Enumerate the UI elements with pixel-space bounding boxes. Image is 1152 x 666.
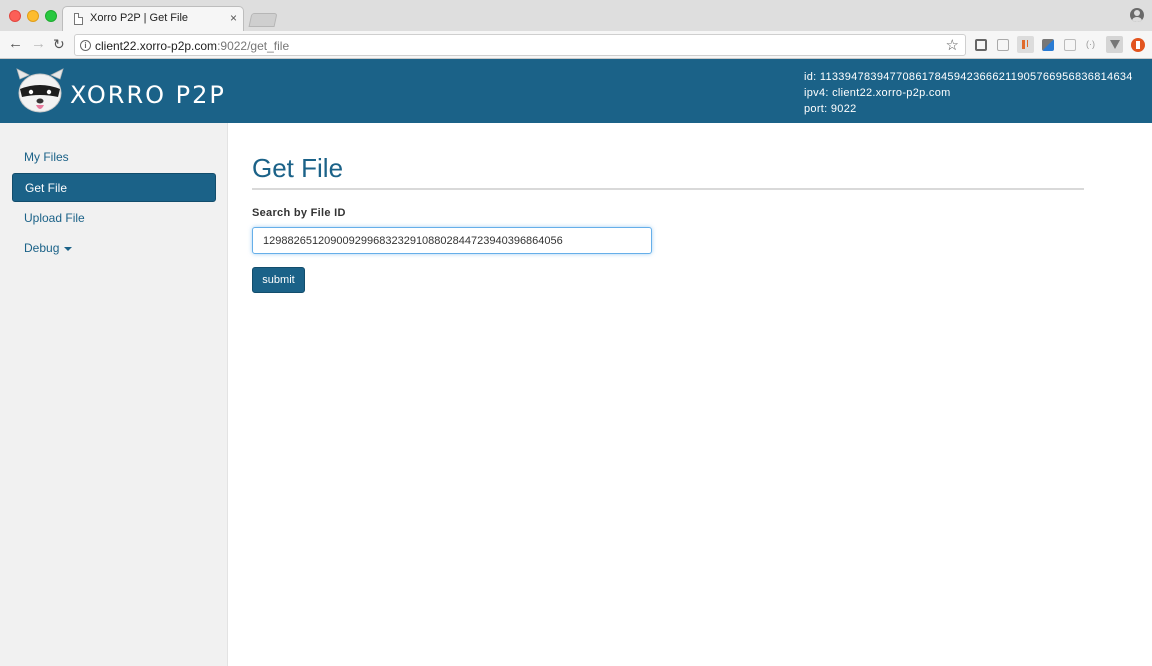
sidebar-item-upload-file[interactable]: Upload File [12,204,216,233]
sidebar-item-label: Upload File [24,211,85,225]
minimize-window-button[interactable] [27,10,39,22]
browser-tab-active[interactable]: Xorro P2P | Get File × [62,6,244,31]
page-title: Get File [252,153,344,183]
extension-icon[interactable] [1131,38,1145,52]
browser-titlebar: Xorro P2P | Get File × [0,0,1152,31]
sidebar-item-get-file[interactable]: Get File [12,173,216,202]
profile-icon[interactable] [1130,8,1144,22]
page-icon [74,13,83,25]
tab-title: Xorro P2P | Get File [90,12,189,24]
extension-icon[interactable] [1064,39,1076,51]
extension-icon[interactable] [1106,36,1123,53]
address-bar[interactable]: i client22.xorro-p2p.com:9022/get_file ☆ [74,34,966,56]
sidebar-item-my-files[interactable]: My Files [12,143,216,172]
main-content: Get File Search by File ID submit [228,123,1152,666]
back-icon[interactable]: ← [8,36,23,52]
file-id-input[interactable] [252,227,652,254]
caret-down-icon [64,246,73,251]
node-info: id: 113394783947708617845942366621190576… [804,69,1133,117]
extension-icon[interactable]: (·) [1086,39,1100,51]
extension-icon[interactable] [997,39,1009,51]
forward-icon[interactable]: → [31,36,46,52]
mascot-logo-icon[interactable] [14,67,66,115]
file-id-label: Search by File ID [252,207,346,219]
tab-close-icon[interactable]: × [230,11,237,25]
zoom-window-button[interactable] [45,10,57,22]
url-host: client22.xorro-p2p.com [95,39,218,53]
url-path: :9022/get_file [217,39,290,53]
extension-icon[interactable] [1042,39,1054,51]
sidebar-item-label: Get File [25,181,68,195]
app-header: XORRO P2P id: 11339478394770861784594236… [0,59,1152,123]
info-icon[interactable]: i [80,40,91,51]
sidebar-item-label: Debug [24,241,60,255]
browser-toolbar: ← → ↻ i client22.xorro-p2p.com:9022/get_… [0,31,1152,59]
reload-icon[interactable]: ↻ [53,36,65,52]
url-text[interactable]: client22.xorro-p2p.com:9022/get_file [95,39,289,53]
new-tab-button[interactable] [248,13,278,27]
star-icon[interactable]: ☆ [946,36,959,54]
sidebar-item-label: My Files [24,150,69,164]
sidebar: My Files Get File Upload File Debug [0,123,228,666]
brand-title: XORRO P2P [70,81,226,109]
node-ipv4: ipv4: client22.xorro-p2p.com [804,87,951,99]
cast-icon[interactable] [975,39,987,51]
divider [252,188,1084,190]
node-id: id: 113394783947708617845942366621190576… [804,71,1133,83]
node-port: port: 9022 [804,103,857,115]
extension-icon[interactable] [1017,36,1034,53]
sidebar-item-debug[interactable]: Debug [12,234,216,263]
submit-button[interactable]: submit [252,267,305,293]
close-window-button[interactable] [9,10,21,22]
